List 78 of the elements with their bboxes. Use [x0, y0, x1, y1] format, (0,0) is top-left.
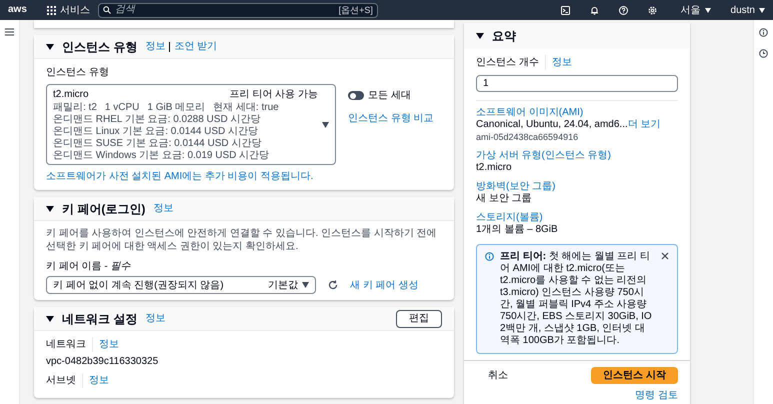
description: 키 페어를 사용하여 인스턴스에 안전하게 연결할 수 있습니다. 인스턴스를 시작하기 전에 선택한 키 페어에 대한 액세스 권한이 있는지 확인하세요.	[46, 227, 438, 253]
caret-icon[interactable]	[476, 32, 484, 40]
instance-detail: 온디맨드 Windows 기본 요금: 0.019 USD 시간당	[53, 150, 270, 162]
info-link[interactable]: 정보	[145, 311, 166, 326]
instance-count-input[interactable]: 1	[476, 75, 678, 92]
review-link[interactable]: 명령 검토	[635, 388, 678, 403]
dropdown-caret-icon	[322, 122, 329, 128]
account-menu[interactable]: dustn	[730, 2, 765, 18]
info-link[interactable]: 정보	[145, 39, 166, 54]
settings-icon[interactable]	[648, 6, 657, 14]
search-field[interactable]: 검색 [옵션+S]	[98, 2, 378, 18]
grid-icon	[46, 6, 56, 14]
edit-button[interactable]: 편집	[396, 310, 442, 328]
search-input[interactable]: 검색	[114, 4, 335, 16]
ami-id: ami-05d2438ca66594916	[476, 131, 580, 143]
field-label: 서브넷	[46, 373, 83, 388]
info-icon	[485, 252, 494, 261]
cancel-button[interactable]: 취소	[476, 368, 592, 383]
menu-icon[interactable]	[5, 28, 14, 36]
section-title: 요약	[492, 28, 516, 45]
summary-value: 1개의 볼륨 – 8GiB	[476, 224, 558, 236]
toggle-switch[interactable]	[348, 91, 364, 100]
close-icon[interactable]	[661, 252, 669, 260]
instance-type-select[interactable]: t2.micro 프리 티어 사용 가능 패밀리: t2 1 vCPU 1 GiB 메모리 현재 세대: true 온디맨드 RHEL 기본 요금: 0.0288 USD 시간당 온디맨드 Linux 기본 요금: 0.0144 USD 시간당 온디맨드 SUSE 기본 요금: 0.0144 USD 시간당 온디맨드 Windows 기본 요금: 0.019 USD 시간당	[46, 84, 336, 165]
clock-icon[interactable]	[759, 49, 768, 58]
logo[interactable]: aws	[8, 5, 27, 15]
field-label: 인스턴스 개수	[476, 55, 546, 70]
field-value: vpc-0482b39c116330325	[46, 355, 160, 369]
caret-icon[interactable]	[46, 314, 54, 322]
toggle-label: 모든 세대	[368, 89, 411, 103]
instance-detail: 1 vCPU	[104, 102, 140, 114]
create-key-pair-link[interactable]: 새 키 페어 생성	[350, 278, 418, 292]
instance-detail: 온디맨드 Linux 기본 요금: 0.0144 USD 시간당	[53, 126, 258, 138]
info-icon[interactable]	[759, 28, 768, 37]
launch-button[interactable]: 인스턴스 시작	[591, 367, 678, 384]
bell-icon[interactable]	[590, 6, 599, 14]
summary-link[interactable]: 스토리지(볼륨)	[476, 212, 543, 223]
more-link[interactable]: 더 보기	[628, 119, 661, 131]
summary-link[interactable]: 방화벽(보안 그룹)	[476, 181, 556, 192]
instance-detail: 1 GiB 메모리	[147, 102, 206, 114]
instance-detail: 온디맨드 RHEL 기본 요금: 0.0288 USD 시간당	[53, 114, 260, 126]
section-title: 키 페어(로그인)	[62, 200, 146, 218]
instance-detail: 패밀리: t2	[53, 102, 97, 114]
refresh-icon[interactable]	[328, 280, 338, 290]
section-title: 네트워크 설정	[62, 310, 138, 328]
summary-link[interactable]: 소프트웨어 이미지(AMI)	[476, 107, 584, 118]
caret-icon[interactable]	[46, 42, 54, 50]
region-menu[interactable]: 서울	[680, 2, 711, 18]
advice-link[interactable]: 조언 받기	[174, 39, 218, 54]
dropdown-caret-icon	[302, 282, 309, 288]
caret-icon	[704, 8, 711, 12]
instance-detail: 현재 세대: true	[213, 102, 279, 114]
field-label: 인스턴스 유형	[46, 66, 110, 80]
key-pair-select[interactable]: 키 페어 없이 계속 진행(권장되지 않음) 기본값	[46, 276, 316, 294]
search-icon	[102, 6, 111, 14]
alert-text: 프리 티어: 첫 해에는 월별 프리 티어 AMI에 대한 t2.micro(또는 t2.micro를 사용할 수 없는 리전의 t3.micro) 인스턴스 사용량 750시간, 월별 퍼블릭 IPv4 주소 사용량 750시간, EBS 스토리지 30GiB, IO 2백만 개, 스냅샷 1GB, 인터넷 대역폭 100GB가 포함됩니다.	[500, 251, 653, 347]
info-link[interactable]: 정보	[552, 55, 572, 70]
help-icon[interactable]	[618, 6, 628, 14]
instance-detail: 온디맨드 SUSE 기본 요금: 0.0144 USD 시간당	[53, 138, 262, 150]
services-menu[interactable]: 서비스	[46, 2, 90, 18]
summary-value: t2.micro	[476, 162, 512, 174]
summary-link[interactable]: 가상 서버 유형(인스턴스 유형)	[476, 150, 611, 161]
caret-icon[interactable]	[46, 204, 54, 212]
summary-value: 새 보안 그룹	[476, 193, 532, 205]
field-label: 네트워크	[46, 337, 93, 352]
field-label: 키 페어 이름 - 필수	[46, 260, 132, 274]
caret-icon	[759, 8, 765, 12]
shortcut-hint: [옵션+S]	[338, 4, 373, 16]
cost-note: 소프트웨어가 사전 설치된 AMI에는 추가 비용이 적용됩니다.	[46, 170, 314, 184]
info-link[interactable]: 정보	[153, 201, 174, 216]
summary-value: Canonical, Ubuntu, 24.04, amd6...	[476, 119, 628, 131]
info-link[interactable]: 정보	[89, 373, 109, 388]
compare-link[interactable]: 인스턴스 유형 비교	[348, 111, 434, 126]
free-tier-label: 프리 티어 사용 가능	[230, 88, 318, 102]
section-title: 인스턴스 유형	[62, 38, 138, 56]
selected-type: t2.micro	[53, 88, 89, 102]
info-link[interactable]: 정보	[99, 337, 119, 352]
terminal-icon[interactable]	[560, 6, 570, 14]
